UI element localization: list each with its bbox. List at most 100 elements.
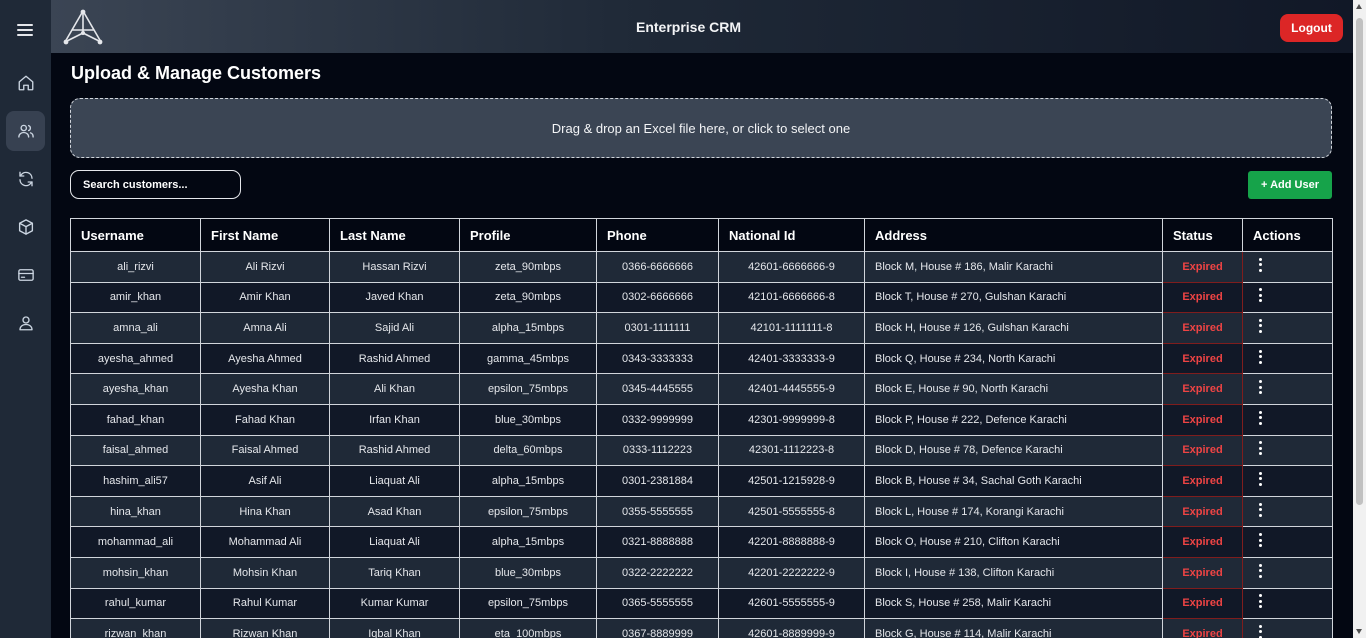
page-scrollbar[interactable] [1353,0,1366,638]
status-badge: Expired [1162,618,1243,638]
status-badge: Expired [1162,526,1243,558]
search-input[interactable] [70,170,241,199]
status-badge: Expired [1162,373,1243,405]
column-header-phone[interactable]: Phone [596,218,719,252]
table-row[interactable]: ali_rizvi Ali Rizvi Hassan Rizvi zeta_90mbp… [70,251,1333,283]
cell-first-name: Amna Ali [200,312,330,344]
credit-card-icon [17,269,34,281]
cell-profile: alpha_15mbps [459,312,597,344]
cell-first-name: Mohsin Khan [200,556,330,589]
column-header-last-name[interactable]: Last Name [329,218,460,252]
table-row[interactable]: hashim_ali57 Asif Ali Liaquat Ali alpha_15m… [70,465,1333,497]
cell-phone: 0302-6666666 [596,281,719,314]
column-header-national-id[interactable]: National Id [718,218,865,252]
sidebar-item-profile[interactable] [6,303,45,343]
scrollbar-thumb[interactable] [1356,18,1363,505]
status-badge: Expired [1162,495,1243,528]
cell-profile: alpha_15mbps [459,465,597,497]
users-icon [17,124,34,138]
top-bar: Enterprise CRM Logout [51,0,1353,53]
kebab-menu-icon[interactable] [1255,592,1267,610]
cell-profile: epsilon_75mbps [459,495,597,528]
column-header-address[interactable]: Address [864,218,1163,252]
kebab-menu-icon[interactable] [1255,623,1267,638]
kebab-menu-icon[interactable] [1255,531,1267,549]
cell-actions [1242,495,1333,528]
cell-actions [1242,556,1333,589]
cell-address: Block D, House # 78, Defence Karachi [864,434,1163,467]
cell-national-id: 42401-3333333-9 [718,342,865,375]
cell-phone: 0332-9999999 [596,403,719,436]
cell-phone: 0367-8889999 [596,618,719,638]
cell-address: Block G, House # 114, Malir Karachi [864,618,1163,638]
cell-last-name: Liaquat Ali [329,465,460,497]
cell-username: hina_khan [70,495,201,528]
kebab-menu-icon[interactable] [1255,378,1267,396]
cell-username: mohsin_khan [70,556,201,589]
column-header-status[interactable]: Status [1162,218,1243,252]
cell-last-name: Tariq Khan [329,556,460,589]
cell-actions [1242,587,1333,620]
cell-last-name: Iqbal Khan [329,618,460,638]
column-header-username[interactable]: Username [70,218,201,252]
status-badge: Expired [1162,342,1243,375]
cell-national-id: 42501-1215928-9 [718,465,865,497]
sidebar-item-billing[interactable] [6,255,45,295]
sidebar-item-sync[interactable] [6,159,45,199]
table-row[interactable]: mohammad_ali Mohammad Ali Liaquat Ali alpha… [70,526,1333,558]
excel-dropzone[interactable]: Drag & drop an Excel file here, or click… [70,98,1332,158]
table-row[interactable]: ayesha_ahmed Ayesha Ahmed Rashid Ahmed gamm… [70,342,1333,375]
cell-username: hashim_ali57 [70,465,201,497]
column-header-profile[interactable]: Profile [459,218,597,252]
kebab-menu-icon[interactable] [1255,470,1267,488]
kebab-menu-icon[interactable] [1255,348,1267,366]
table-row[interactable]: ayesha_khan Ayesha Khan Ali Khan epsilon_75… [70,373,1333,405]
scroll-up-arrow-icon[interactable] [1356,4,1362,9]
status-badge: Expired [1162,465,1243,497]
table-row[interactable]: rahul_kumar Rahul Kumar Kumar Kumar epsilon… [70,587,1333,620]
cell-first-name: Mohammad Ali [200,526,330,558]
table-row[interactable]: rizwan_khan Rizwan Khan Iqbal Khan eta_100m… [70,618,1333,638]
hamburger-menu-icon[interactable] [17,24,33,36]
column-header-first-name[interactable]: First Name [200,218,330,252]
kebab-menu-icon[interactable] [1255,317,1267,335]
column-header-actions[interactable]: Actions [1242,218,1333,252]
cell-first-name: Ali Rizvi [200,251,330,283]
scroll-down-arrow-icon[interactable] [1356,629,1362,634]
cell-profile: alpha_15mbps [459,526,597,558]
cell-last-name: Rashid Ahmed [329,434,460,467]
table-row[interactable]: amna_ali Amna Ali Sajid Ali alpha_15mbps 030… [70,312,1333,344]
table-row[interactable]: hina_khan Hina Khan Asad Khan epsilon_75mbp… [70,495,1333,528]
kebab-menu-icon[interactable] [1255,562,1267,580]
cell-last-name: Irfan Khan [329,403,460,436]
table-row[interactable]: mohsin_khan Mohsin Khan Tariq Khan blue_30m… [70,556,1333,589]
add-user-button[interactable]: + Add User [1248,171,1332,199]
sidebar-item-customers[interactable] [6,111,45,151]
kebab-menu-icon[interactable] [1255,409,1267,427]
cell-address: Block I, House # 138, Clifton Karachi [864,556,1163,589]
kebab-menu-icon[interactable] [1255,256,1267,274]
status-badge: Expired [1162,434,1243,467]
cell-national-id: 42201-2222222-9 [718,556,865,589]
cell-phone: 0343-3333333 [596,342,719,375]
cell-phone: 0322-2222222 [596,556,719,589]
kebab-menu-icon[interactable] [1255,286,1267,304]
table-row[interactable]: fahad_khan Fahad Khan Irfan Khan blue_30mbp… [70,403,1333,436]
sidebar-item-home[interactable] [6,63,45,103]
sidebar-item-packages[interactable] [6,207,45,247]
cell-national-id: 42301-9999999-8 [718,403,865,436]
cell-username: ayesha_khan [70,373,201,405]
cell-national-id: 42301-1112223-8 [718,434,865,467]
kebab-menu-icon[interactable] [1255,501,1267,519]
cell-first-name: Fahad Khan [200,403,330,436]
cell-address: Block P, House # 222, Defence Karachi [864,403,1163,436]
cell-first-name: Faisal Ahmed [200,434,330,467]
page-title: Upload & Manage Customers [71,63,322,83]
logout-button[interactable]: Logout [1280,14,1343,42]
table-row[interactable]: amir_khan Amir Khan Javed Khan zeta_90mbps 0… [70,281,1333,314]
cell-national-id: 42601-8889999-9 [718,618,865,638]
cell-username: mohammad_ali [70,526,201,558]
kebab-menu-icon[interactable] [1255,439,1267,457]
cell-actions [1242,373,1333,405]
table-row[interactable]: faisal_ahmed Faisal Ahmed Rashid Ahmed delt… [70,434,1333,467]
